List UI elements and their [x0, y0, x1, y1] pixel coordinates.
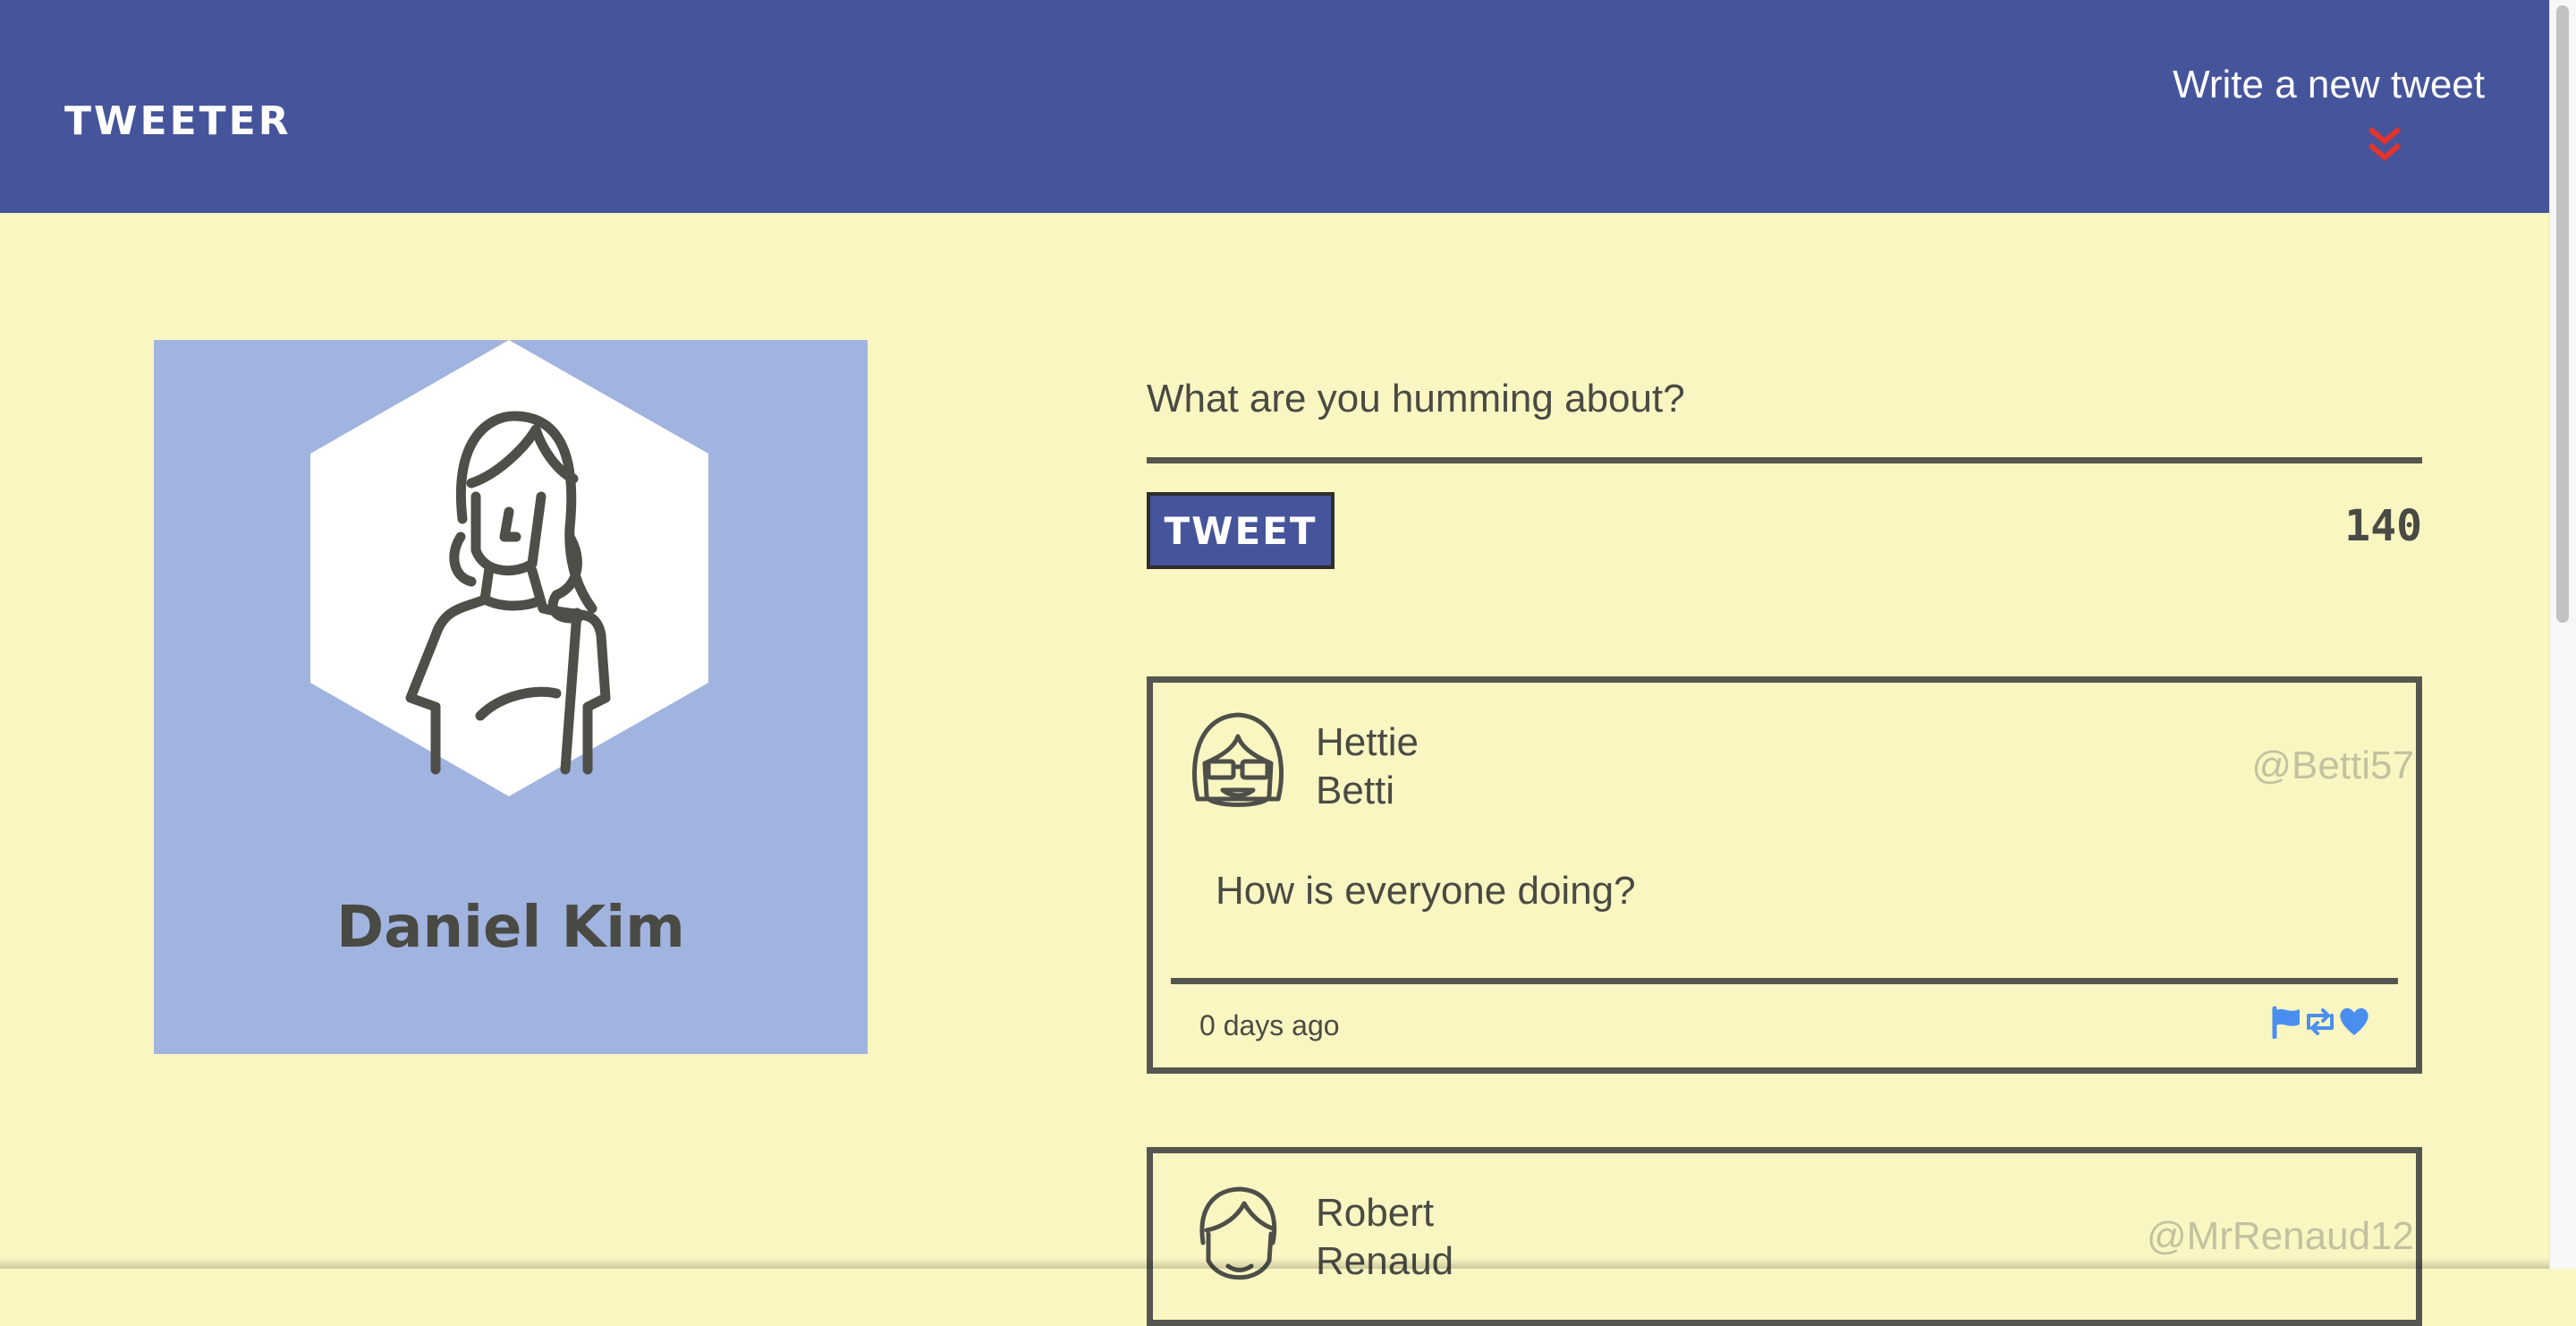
character-counter: 140 — [2344, 501, 2422, 551]
write-new-tweet-label[interactable]: Write a new tweet — [2127, 63, 2485, 107]
tweet-composer: TWEET 140 — [1147, 340, 2422, 463]
tweet-card: Robert Renaud @MrRenaud12 — [1147, 1147, 2422, 1326]
navbar: TWEETER Write a new tweet — [0, 0, 2549, 213]
double-chevron-down-icon[interactable] — [2367, 125, 2402, 165]
scrollbar-thumb[interactable] — [2556, 5, 2569, 623]
tweet-card: Hettie Betti @Betti57 How is everyone do… — [1147, 676, 2422, 1074]
tweet-input[interactable] — [1147, 340, 2422, 463]
tweet-divider — [1171, 978, 2398, 984]
tweet-timestamp: 0 days ago — [1199, 1009, 1340, 1042]
author-first-name[interactable]: Robert — [1316, 1189, 1453, 1237]
tweet-author-name[interactable]: Hettie Betti — [1316, 718, 1419, 815]
heart-icon[interactable] — [2337, 1005, 2371, 1039]
write-new-tweet-toggle[interactable]: Write a new tweet — [2127, 63, 2485, 170]
tweet-handle[interactable]: @Betti57 — [2251, 744, 2414, 788]
woman-avatar-icon — [310, 340, 708, 796]
profile-name: Daniel Kim — [154, 895, 868, 961]
brand-logo[interactable]: TWEETER — [64, 98, 292, 144]
retweet-icon[interactable] — [2303, 1005, 2337, 1039]
bottom-shadow — [0, 1258, 2549, 1269]
tweet-button[interactable]: TWEET — [1147, 492, 1335, 569]
tweet-author-name[interactable]: Robert Renaud — [1316, 1189, 1453, 1286]
tweet-body: How is everyone doing? — [1216, 869, 1636, 914]
author-first-name[interactable]: Hettie — [1316, 718, 1419, 767]
author-last-name[interactable]: Betti — [1316, 767, 1419, 815]
tweet-handle[interactable]: @MrRenaud12 — [2147, 1214, 2414, 1259]
man-avatar-icon — [1189, 1180, 1287, 1288]
flag-icon[interactable] — [2269, 1005, 2303, 1039]
tweet-actions — [2269, 1005, 2371, 1039]
scrollbar[interactable] — [2549, 0, 2576, 1269]
sunglasses-avatar-icon — [1189, 710, 1287, 817]
profile-card: Daniel Kim — [154, 340, 868, 1054]
